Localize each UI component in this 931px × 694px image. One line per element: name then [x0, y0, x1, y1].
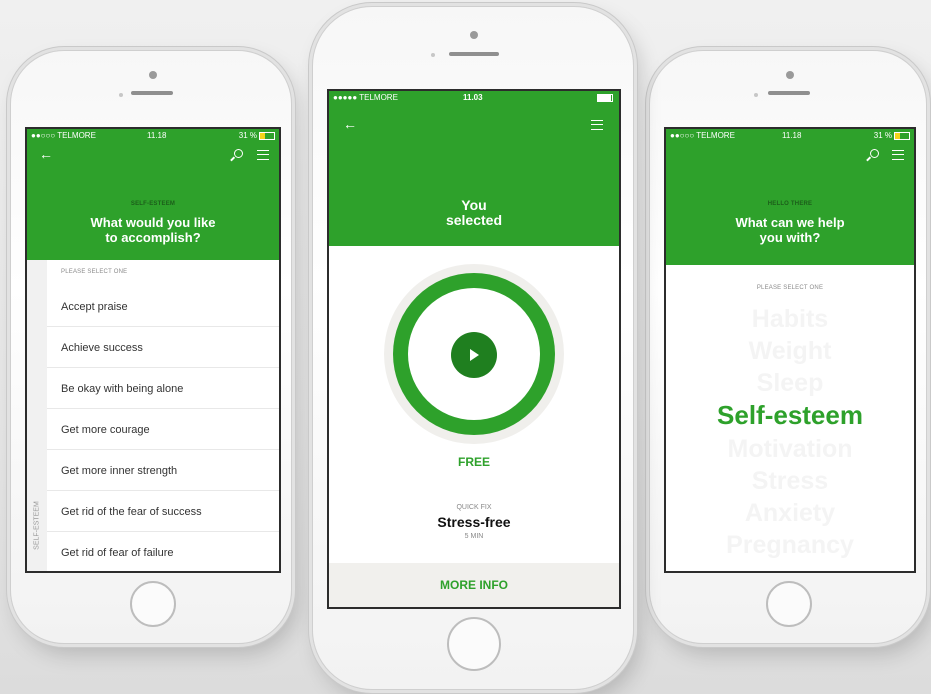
- left-screen: ●●○○○ TELMORE 11.18 31 % ← SELF-ESTEEM W…: [25, 127, 281, 573]
- session-duration: 5 MIN: [464, 533, 484, 540]
- price-label: FREE: [457, 455, 490, 469]
- center-home-button[interactable]: [447, 617, 501, 671]
- topic-motivation[interactable]: Motivation: [666, 435, 914, 464]
- right-header: ●●○○○ TELMORE 11.18 31 % HELLO THERE Wha…: [666, 129, 914, 265]
- battery-indicator: 31 %: [874, 131, 910, 140]
- menu-icon[interactable]: [257, 150, 269, 160]
- back-arrow-icon[interactable]: ←: [343, 117, 357, 131]
- left-home-button[interactable]: [130, 581, 176, 627]
- list-header: PLEASE SELECT ONE: [61, 269, 128, 275]
- list-header: PLEASE SELECT ONE: [756, 285, 824, 291]
- battery-percent: 31 %: [238, 131, 257, 140]
- right-title-line1: What can we help: [735, 215, 845, 230]
- right-phone-sensor: [754, 93, 758, 97]
- clock: 11.18: [782, 131, 802, 140]
- right-home-button[interactable]: [766, 581, 812, 627]
- topic-anxiety[interactable]: Anxiety: [666, 499, 914, 528]
- side-label: SELF-ESTEEM: [33, 501, 41, 550]
- side-rail: SELF-ESTEEM: [27, 260, 47, 571]
- list-item[interactable]: Get rid of the fear of success: [47, 492, 279, 532]
- topic-sleep[interactable]: Sleep: [666, 369, 914, 398]
- left-phone: ●●○○○ TELMORE 11.18 31 % ← SELF-ESTEEM W…: [10, 50, 292, 644]
- back-arrow-icon[interactable]: ←: [39, 147, 53, 161]
- session-type: QUICK FIX: [456, 504, 492, 511]
- topic-weight[interactable]: Weight: [666, 337, 914, 366]
- left-header: ●●○○○ TELMORE 11.18 31 % ← SELF-ESTEEM W…: [27, 129, 279, 260]
- battery-icon: [597, 93, 613, 102]
- center-title-line2: selected: [445, 212, 503, 228]
- list-item[interactable]: Get more courage: [47, 410, 279, 450]
- right-phone-speaker: [768, 91, 810, 95]
- center-title-line1: You: [461, 197, 487, 213]
- right-title-line2: you with?: [759, 230, 821, 245]
- play-icon: [470, 349, 479, 361]
- menu-icon[interactable]: [892, 150, 904, 160]
- play-button[interactable]: [451, 332, 497, 378]
- left-title-line2: to accomplish?: [105, 230, 201, 245]
- right-status-bar: ●●○○○ TELMORE 11.18 31 %: [666, 129, 914, 143]
- search-icon[interactable]: [234, 149, 243, 158]
- battery-indicator: 31 %: [239, 131, 275, 140]
- topic-self-esteem-selected[interactable]: Self-esteem: [666, 400, 914, 431]
- clock: 11.18: [147, 131, 167, 140]
- topic-habits[interactable]: Habits: [666, 305, 914, 334]
- battery-indicator: [595, 93, 613, 102]
- session-name: Stress-free: [437, 514, 511, 530]
- search-icon[interactable]: [870, 149, 879, 158]
- list-item[interactable]: Get rid of fear of failure: [47, 533, 279, 571]
- list-item[interactable]: Accept praise: [47, 287, 279, 327]
- right-screen: ●●○○○ TELMORE 11.18 31 % HELLO THERE Wha…: [664, 127, 916, 573]
- right-phone-camera: [786, 71, 794, 79]
- topic-pregnancy[interactable]: Pregnancy: [666, 531, 914, 560]
- greeting-label: HELLO THERE: [767, 201, 813, 207]
- list-item[interactable]: Achieve success: [47, 328, 279, 368]
- carrier-label: ●●○○○ TELMORE: [31, 131, 96, 140]
- center-phone-camera: [470, 31, 478, 39]
- left-phone-speaker: [131, 91, 173, 95]
- topic-stress[interactable]: Stress: [666, 467, 914, 496]
- carrier-label: ●●●●● TELMORE: [333, 93, 398, 102]
- center-screen: ●●●●● TELMORE 11.03 ← You selected FREE …: [327, 89, 621, 609]
- battery-icon: [894, 131, 910, 140]
- more-info-button[interactable]: MORE INFO: [329, 563, 619, 607]
- clock: 11.03: [463, 93, 483, 102]
- left-phone-camera: [149, 71, 157, 79]
- left-title-line1: What would you like: [90, 215, 216, 230]
- center-phone-speaker: [449, 52, 499, 56]
- more-info-label: MORE INFO: [440, 578, 508, 592]
- center-header: ●●●●● TELMORE 11.03 ← You selected: [329, 91, 619, 246]
- list-item[interactable]: Be okay with being alone: [47, 369, 279, 409]
- center-phone: ●●●●● TELMORE 11.03 ← You selected FREE …: [312, 6, 634, 690]
- menu-icon[interactable]: [591, 120, 603, 130]
- center-phone-sensor: [431, 53, 435, 57]
- list-item[interactable]: Get more inner strength: [47, 451, 279, 491]
- battery-icon: [259, 131, 275, 140]
- carrier-label: ●●○○○ TELMORE: [670, 131, 735, 140]
- right-phone: ●●○○○ TELMORE 11.18 31 % HELLO THERE Wha…: [649, 50, 927, 644]
- battery-percent: 31 %: [873, 131, 892, 140]
- center-status-bar: ●●●●● TELMORE 11.03: [329, 91, 619, 105]
- left-phone-sensor: [119, 93, 123, 97]
- category-label: SELF-ESTEEM: [130, 201, 176, 207]
- left-status-bar: ●●○○○ TELMORE 11.18 31 %: [27, 129, 279, 143]
